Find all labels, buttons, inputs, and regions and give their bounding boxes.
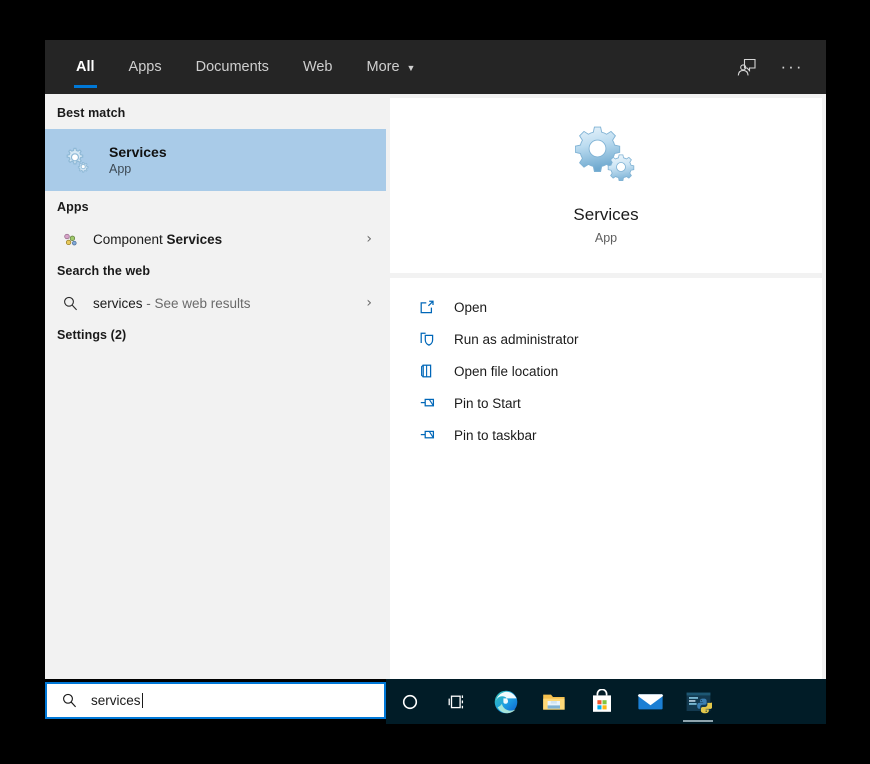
header-actions: ··· <box>730 51 812 83</box>
mail-icon <box>637 691 664 712</box>
search-input-value: services <box>91 693 141 708</box>
taskbar-item-microsoft-store[interactable] <box>578 679 626 724</box>
chevron-right-icon[interactable]: › <box>366 231 378 247</box>
chevron-right-icon[interactable]: › <box>366 295 378 311</box>
best-match-title: Services <box>109 144 167 160</box>
tab-documents-label: Documents <box>196 59 269 75</box>
web-search-query: services <box>93 296 143 311</box>
taskbar-item-task-view[interactable] <box>434 679 482 724</box>
tab-more-label: More <box>367 59 400 75</box>
web-search-suffix: - See web results <box>143 296 251 311</box>
services-gears-icon <box>57 145 97 175</box>
best-match-text: Services App <box>109 144 167 176</box>
result-item-label: Component Services <box>93 232 222 247</box>
taskbar-item-python-terminal[interactable] <box>674 679 722 724</box>
ellipsis-icon[interactable]: ··· <box>776 51 808 83</box>
search-tabs: All Apps Documents Web More ▼ <box>59 40 432 94</box>
preview-pane: Services App Open <box>386 94 826 679</box>
tab-apps[interactable]: Apps <box>112 40 179 94</box>
action-label: Pin to Start <box>454 396 521 411</box>
search-body: Best match Services <box>45 94 826 679</box>
actions-card: Open Run as administrator <box>390 278 822 679</box>
search-flyout-window: All Apps Documents Web More ▼ <box>45 40 826 679</box>
preview-subtitle: App <box>595 231 617 245</box>
preview-title: Services <box>573 205 638 225</box>
store-icon <box>590 689 614 714</box>
action-open[interactable]: Open <box>390 291 822 323</box>
section-header-best-match: Best match <box>45 97 386 129</box>
search-icon <box>59 692 79 709</box>
result-item-services-best-match[interactable]: Services App <box>45 129 386 191</box>
python-terminal-icon <box>685 690 712 714</box>
tab-documents[interactable]: Documents <box>179 40 286 94</box>
services-gears-large-icon <box>575 126 637 189</box>
preview-card: Services App <box>390 98 822 273</box>
search-header: All Apps Documents Web More ▼ <box>45 40 826 94</box>
action-label: Open <box>454 300 487 315</box>
chevron-down-icon: ▼ <box>407 64 416 73</box>
tab-apps-label: Apps <box>129 59 162 75</box>
action-pin-to-taskbar[interactable]: Pin to taskbar <box>390 419 822 451</box>
tab-web-label: Web <box>303 59 333 75</box>
feedback-person-icon[interactable] <box>730 51 762 83</box>
action-label: Run as administrator <box>454 332 579 347</box>
taskbar-item-file-explorer[interactable] <box>530 679 578 724</box>
action-open-file-location[interactable]: Open file location <box>390 355 822 387</box>
tab-all-label: All <box>76 59 95 75</box>
more-options-label: ··· <box>781 57 804 77</box>
pin-icon <box>416 395 438 411</box>
component-services-match: Services <box>167 232 223 247</box>
text-cursor <box>142 693 143 708</box>
result-item-web-search[interactable]: services - See web results › <box>45 287 386 319</box>
task-view-icon <box>447 692 469 712</box>
section-header-apps: Apps <box>45 191 386 223</box>
search-input-text: services <box>91 693 143 708</box>
cortana-circle-icon <box>400 692 420 712</box>
edge-icon <box>493 689 519 715</box>
tab-all[interactable]: All <box>59 40 112 94</box>
section-header-search-the-web: Search the web <box>45 255 386 287</box>
pin-icon <box>416 427 438 443</box>
folder-location-icon <box>416 363 438 379</box>
taskbar-item-mail[interactable] <box>626 679 674 724</box>
result-item-label: services - See web results <box>93 296 251 311</box>
results-pane: Best match Services <box>45 94 386 679</box>
action-label: Open file location <box>454 364 558 379</box>
result-item-component-services[interactable]: Component Services › <box>45 223 386 255</box>
action-pin-to-start[interactable]: Pin to Start <box>390 387 822 419</box>
file-explorer-icon <box>541 690 567 714</box>
section-header-settings: Settings (2) <box>45 319 386 351</box>
component-services-prefix: Component <box>93 232 167 247</box>
search-icon <box>57 295 83 312</box>
shield-run-icon <box>416 331 438 347</box>
taskbar-item-cortana[interactable] <box>386 679 434 724</box>
tab-more[interactable]: More ▼ <box>350 40 433 94</box>
open-external-icon <box>416 299 438 315</box>
action-run-as-administrator[interactable]: Run as administrator <box>390 323 822 355</box>
tab-web[interactable]: Web <box>286 40 350 94</box>
action-label: Pin to taskbar <box>454 428 537 443</box>
best-match-subtitle: App <box>109 162 167 176</box>
taskbar <box>386 679 826 724</box>
taskbar-item-microsoft-edge[interactable] <box>482 679 530 724</box>
search-input[interactable]: services <box>45 682 386 719</box>
component-services-icon <box>57 231 83 248</box>
